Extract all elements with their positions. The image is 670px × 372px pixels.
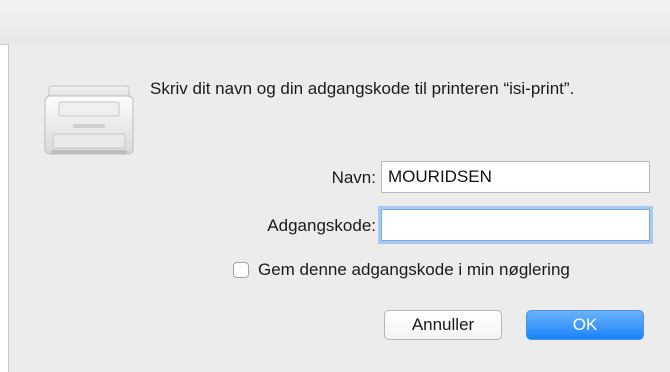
dialog-message: Skriv dit navn og din adgangskode til pr…: [150, 79, 575, 98]
printer-login-dialog: Skriv dit navn og din adgangskode til pr…: [8, 44, 670, 372]
window-title-bar: [0, 0, 670, 45]
remember-password-checkbox[interactable]: [233, 262, 249, 278]
name-label: Navn:: [331, 168, 376, 187]
cancel-button[interactable]: Annuller: [384, 310, 502, 340]
name-field[interactable]: [381, 161, 650, 193]
password-label: Adgangskode:: [267, 216, 376, 235]
page: Skriv dit navn og din adgangskode til pr…: [0, 0, 670, 372]
printer-icon: [43, 80, 135, 160]
remember-password-label[interactable]: Gem denne adgangskode i min nøglering: [258, 260, 570, 280]
password-field[interactable]: [381, 209, 650, 241]
remember-password-option[interactable]: Gem denne adgangskode i min nøglering: [233, 258, 570, 282]
ok-button[interactable]: OK: [526, 310, 644, 340]
